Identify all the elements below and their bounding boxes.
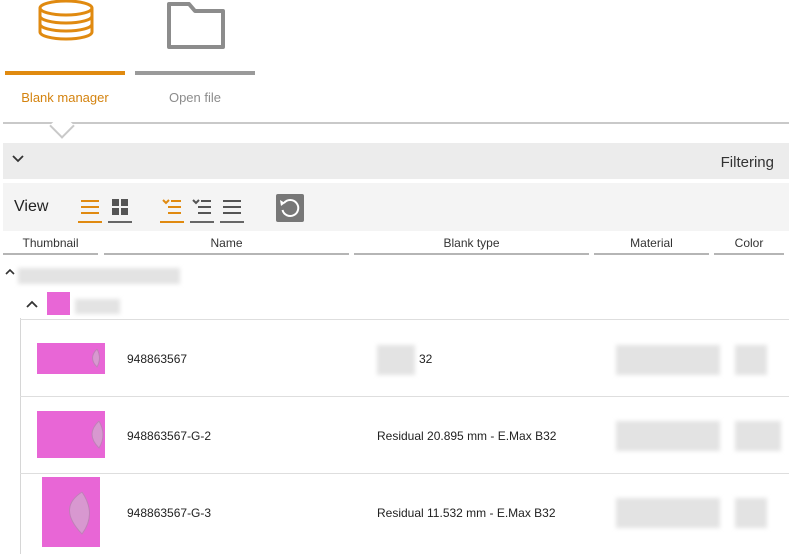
folder-icon [167, 2, 225, 49]
chevron-down-icon[interactable] [11, 152, 25, 166]
row-name: 948863567-G-2 [127, 429, 212, 443]
tab-label: Open file [168, 90, 222, 105]
column-header-thumbnail[interactable]: Thumbnail [3, 236, 98, 255]
subgroup-title-redacted [75, 299, 120, 314]
sort-list-icon [192, 199, 211, 214]
material-redacted [616, 421, 720, 451]
chevron-up-icon[interactable] [4, 266, 16, 278]
tab-inactive-indicator [135, 71, 255, 75]
blank-thumbnail [37, 411, 105, 458]
tab-active-indicator [5, 71, 125, 75]
column-header-blank-type[interactable]: Blank type [354, 236, 589, 255]
row-blank-type: Residual 11.532 mm - E.Max B32 [377, 506, 556, 520]
color-redacted [735, 421, 781, 451]
coins-icon [38, 0, 94, 41]
row-name: 948863567 [127, 352, 188, 366]
table-row[interactable]: 948863567 32 [20, 319, 789, 396]
column-header-name[interactable]: Name [104, 236, 349, 255]
tab-divider [3, 122, 789, 124]
color-redacted [735, 345, 767, 375]
reset-icon [280, 199, 300, 217]
material-redacted [616, 498, 720, 528]
column-header-color[interactable]: Color [714, 236, 784, 255]
view-toolbar: View [3, 183, 789, 231]
filter-list-icon [162, 199, 181, 214]
group-title-redacted [18, 268, 180, 284]
table-row[interactable]: 948863567-G-3 Residual 11.532 mm - E.Max… [20, 473, 789, 550]
filter-list-button[interactable] [160, 195, 184, 223]
blank-thumbnail [42, 477, 100, 547]
row-blank-type: 32 [419, 352, 433, 366]
blank-type-redacted [377, 345, 415, 375]
filtering-panel-header[interactable]: Filtering [3, 143, 789, 179]
chevron-up-icon[interactable] [25, 297, 39, 311]
material-redacted [616, 345, 720, 375]
column-header-material[interactable]: Material [594, 236, 709, 255]
list-view-icon [81, 200, 99, 214]
tab-label: Blank manager [21, 90, 109, 105]
color-swatch [47, 292, 70, 315]
row-name: 948863567-G-3 [127, 506, 212, 520]
tab-pointer [49, 113, 75, 139]
reset-button[interactable] [276, 194, 304, 222]
sort-list-button[interactable] [190, 195, 214, 223]
filtering-label: Filtering [720, 154, 774, 171]
list-view-button[interactable] [78, 195, 102, 223]
plain-list-button[interactable] [220, 195, 244, 223]
tab-blank-manager[interactable]: Blank manager [5, 0, 127, 110]
color-redacted [735, 498, 767, 528]
grid-view-button[interactable] [108, 195, 132, 223]
view-label: View [14, 198, 49, 215]
plain-list-icon [223, 200, 241, 214]
tab-open-file[interactable]: Open file [135, 0, 257, 110]
blank-thumbnail [37, 343, 105, 374]
grid-view-icon [112, 199, 128, 215]
row-blank-type: Residual 20.895 mm - E.Max B32 [377, 429, 557, 443]
table-row[interactable]: 948863567-G-2 Residual 20.895 mm - E.Max… [20, 396, 789, 473]
